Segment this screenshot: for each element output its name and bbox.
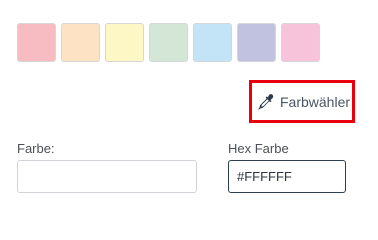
hex-color-input[interactable] (228, 160, 346, 193)
swatch-purple[interactable] (237, 23, 276, 62)
color-picker-label: Farbwähler (280, 93, 351, 110)
hex-farbe-label: Hex Farbe (228, 141, 289, 156)
swatch-pink[interactable] (281, 23, 320, 62)
color-swatch-row (17, 23, 325, 62)
swatch-green[interactable] (149, 23, 188, 62)
eyedropper-icon (257, 93, 275, 111)
swatch-yellow[interactable] (105, 23, 144, 62)
swatch-red[interactable] (17, 23, 56, 62)
swatch-blue[interactable] (193, 23, 232, 62)
swatch-orange[interactable] (61, 23, 100, 62)
farbe-input[interactable] (17, 160, 197, 193)
color-picker-button[interactable]: Farbwähler (249, 80, 355, 123)
farbe-label: Farbe: (17, 141, 55, 156)
